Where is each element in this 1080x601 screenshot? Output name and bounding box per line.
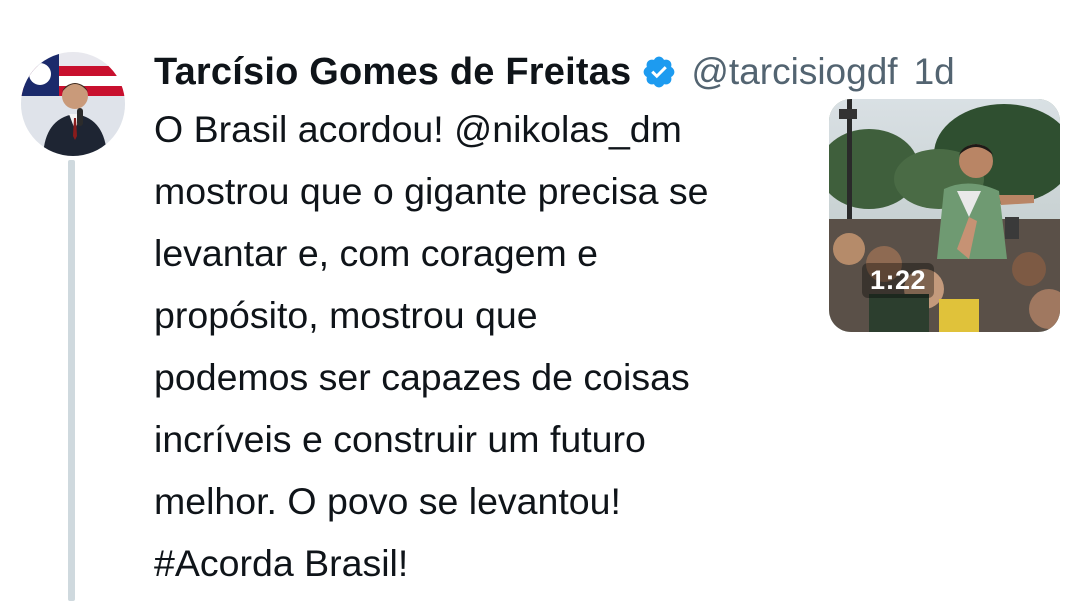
video-duration-badge: 1:22 — [862, 263, 935, 298]
author-handle[interactable]: @tarcisiogdf — [691, 51, 897, 93]
verified-badge-icon — [641, 54, 677, 90]
thread-connector-line — [68, 160, 75, 601]
mention-link[interactable]: @nikolas_dm — [454, 108, 682, 150]
tweet-text: O Brasil acordou! @nikolas_dm mostrou qu… — [154, 98, 814, 594]
tweet-text-line-4: propósito, mostrou que — [154, 294, 538, 336]
tweet-text-line-6: incríveis e construir um futuro — [154, 418, 646, 460]
tweet-text-line-7: melhor. O povo se levantou! — [154, 480, 621, 522]
tweet-text-line-3: levantar e, com coragem e — [154, 232, 598, 274]
tweet-text-line-8: #Acorda Brasil! — [154, 532, 814, 594]
hashtag-link[interactable]: #Acorda Brasil! — [154, 542, 408, 584]
tweet-timestamp[interactable]: 1d — [914, 51, 955, 93]
tweet-text-line-2: mostrou que o gigante precisa se — [154, 170, 709, 212]
author-avatar[interactable] — [21, 52, 125, 156]
tweet[interactable]: Tarcísio Gomes de Freitas @tarcisiogdf 1… — [0, 0, 1080, 601]
tweet-text-line-5: podemos ser capazes de coisas — [154, 356, 690, 398]
video-thumbnail[interactable]: 1:22 — [829, 99, 1060, 332]
tweet-text-line-1: O Brasil acordou! @nikolas_dm — [154, 98, 814, 160]
author-name[interactable]: Tarcísio Gomes de Freitas — [154, 51, 631, 94]
tweet-text-segment: O Brasil acordou! — [154, 108, 455, 150]
tweet-header: Tarcísio Gomes de Freitas @tarcisiogdf 1… — [154, 44, 955, 100]
